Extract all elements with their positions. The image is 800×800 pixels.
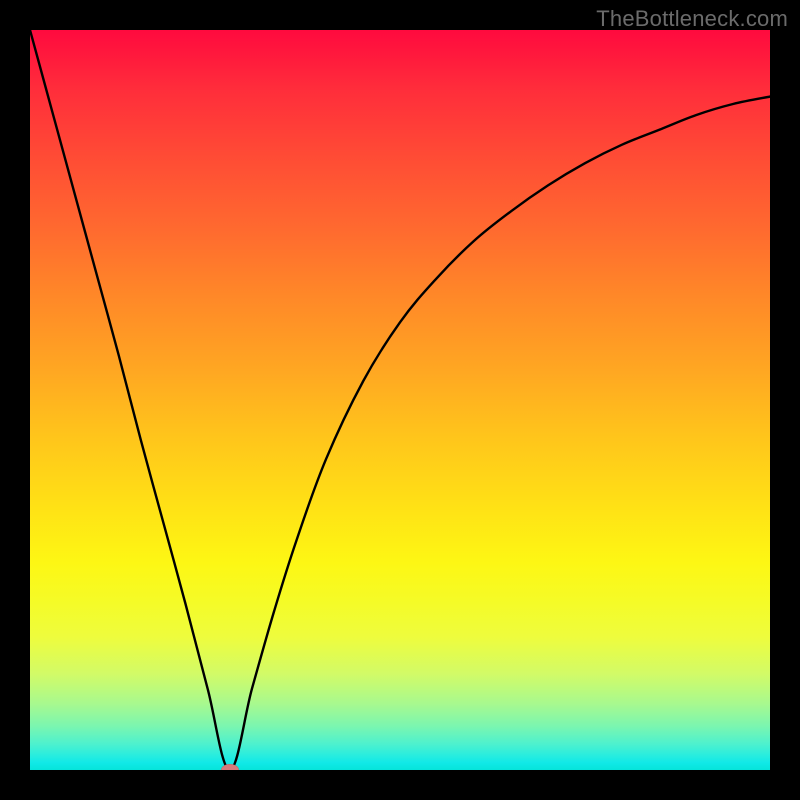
watermark-text: TheBottleneck.com (596, 6, 788, 32)
optimal-point-marker (221, 764, 239, 770)
bottleneck-curve (30, 30, 770, 770)
chart-frame: TheBottleneck.com (0, 0, 800, 800)
plot-area (30, 30, 770, 770)
